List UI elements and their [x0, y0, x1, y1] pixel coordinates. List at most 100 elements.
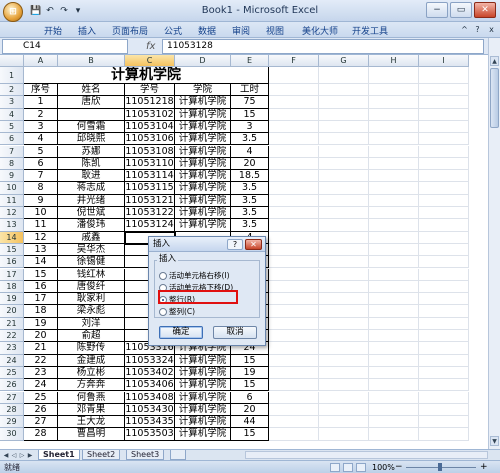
cell-a25[interactable]: 23	[24, 366, 58, 380]
cell-b19[interactable]: 耿家利	[58, 293, 125, 306]
cell-h26[interactable]	[369, 379, 419, 392]
row-header-3[interactable]: 3	[0, 96, 24, 109]
cell-h14[interactable]	[369, 231, 419, 244]
cell-a30[interactable]: 28	[24, 428, 58, 441]
fx-icon[interactable]: fx	[146, 39, 160, 54]
tab-formulas[interactable]: 公式	[164, 24, 182, 37]
cell-i5[interactable]	[419, 120, 469, 134]
cell-g19[interactable]	[319, 293, 369, 306]
cell-h15[interactable]	[369, 243, 419, 257]
cell-a16[interactable]: 14	[24, 256, 58, 269]
cell-f20[interactable]	[269, 305, 319, 318]
cell-f4[interactable]	[269, 108, 319, 121]
cell-c25[interactable]: 11053402	[125, 366, 175, 380]
cell-h9[interactable]	[369, 170, 419, 183]
row-header-27[interactable]: 27	[0, 391, 24, 404]
cell-b4[interactable]	[58, 108, 125, 121]
cell-e2[interactable]: 工时	[231, 84, 269, 97]
cell-f30[interactable]	[269, 428, 319, 441]
cell-a28[interactable]: 26	[24, 403, 58, 417]
cell-b17[interactable]: 钱红林	[58, 268, 125, 281]
cell-a8[interactable]: 6	[24, 157, 58, 171]
cell-f6[interactable]	[269, 133, 319, 146]
cell-e10[interactable]: 3.5	[231, 182, 269, 195]
cell-f24[interactable]	[269, 354, 319, 367]
cell-i2[interactable]	[419, 84, 469, 97]
row-header-18[interactable]: 18	[0, 280, 24, 294]
cell-b21[interactable]: 刘洋	[58, 317, 125, 330]
cell-g3[interactable]	[319, 96, 369, 109]
save-icon[interactable]: 💾	[30, 5, 42, 17]
cell-e4[interactable]: 15	[231, 108, 269, 121]
cell-d7[interactable]: 计算机学院	[175, 145, 231, 158]
cell-h27[interactable]	[369, 391, 419, 404]
dialog-title-bar[interactable]: 插入 ? ✕	[149, 237, 265, 252]
cell-b18[interactable]: 唐俊纤	[58, 280, 125, 294]
cell-b7[interactable]: 苏娜	[58, 145, 125, 158]
cell-d24[interactable]: 计算机学院	[175, 354, 231, 367]
cell-a29[interactable]: 27	[24, 416, 58, 429]
row-header-17[interactable]: 17	[0, 268, 24, 281]
cell-i24[interactable]	[419, 354, 469, 367]
cell-f13[interactable]	[269, 219, 319, 232]
option-shift-right[interactable]: 活动单元格右移(I)	[159, 270, 230, 281]
cell-h10[interactable]	[369, 182, 419, 195]
cell-i9[interactable]	[419, 170, 469, 183]
tab-review[interactable]: 审阅	[232, 24, 250, 37]
cell-h17[interactable]	[369, 268, 419, 281]
column-header-c[interactable]: C	[125, 55, 175, 67]
cell-h11[interactable]	[369, 194, 419, 207]
cell-i22[interactable]	[419, 330, 469, 343]
radio-shift-right[interactable]	[159, 271, 167, 280]
cell-f9[interactable]	[269, 170, 319, 183]
cell-c11[interactable]: 11053121	[125, 194, 175, 207]
cell-a2[interactable]: 序号	[24, 84, 58, 97]
cell-c6[interactable]: 11053106	[125, 133, 175, 146]
cell-f28[interactable]	[269, 403, 319, 417]
zoom-out-icon[interactable]: −	[395, 462, 403, 473]
cell-h6[interactable]	[369, 133, 419, 146]
cell-a21[interactable]: 19	[24, 317, 58, 330]
cell-g21[interactable]	[319, 317, 369, 330]
select-all-corner[interactable]	[0, 55, 24, 67]
cell-c8[interactable]: 11053110	[125, 157, 175, 171]
tab-view[interactable]: 视图	[266, 24, 284, 37]
zoom-level[interactable]: 100%	[372, 462, 395, 473]
cell-i25[interactable]	[419, 366, 469, 380]
prev-sheet-icon[interactable]: ◁	[10, 451, 18, 460]
cell-i30[interactable]	[419, 428, 469, 441]
cell-i29[interactable]	[419, 416, 469, 429]
cell-c4[interactable]: 11053102	[125, 108, 175, 121]
cell-i14[interactable]	[419, 231, 469, 244]
cell-f19[interactable]	[269, 293, 319, 306]
cell-b26[interactable]: 方奔奔	[58, 379, 125, 392]
cell-a23[interactable]: 21	[24, 342, 58, 355]
cell-i17[interactable]	[419, 268, 469, 281]
cell-g1[interactable]	[319, 67, 369, 84]
cell-b27[interactable]: 何鲁燕	[58, 391, 125, 404]
cell-i3[interactable]	[419, 96, 469, 109]
cell-f18[interactable]	[269, 280, 319, 294]
cell-h30[interactable]	[369, 428, 419, 441]
cell-f15[interactable]	[269, 243, 319, 257]
cell-f12[interactable]	[269, 207, 319, 220]
cell-d8[interactable]: 计算机学院	[175, 157, 231, 171]
cell-a6[interactable]: 4	[24, 133, 58, 146]
cell-e24[interactable]: 15	[231, 354, 269, 367]
cell-i26[interactable]	[419, 379, 469, 392]
cell-g17[interactable]	[319, 268, 369, 281]
cell-f8[interactable]	[269, 157, 319, 171]
cell-i13[interactable]	[419, 219, 469, 232]
cell-c10[interactable]: 11053115	[125, 182, 175, 195]
sheet-tab-3[interactable]: Sheet3	[126, 450, 165, 460]
cell-d13[interactable]: 计算机学院	[175, 219, 231, 232]
cell-e3[interactable]: 75	[231, 96, 269, 109]
sheet-title-cell[interactable]: 计算机学院	[24, 67, 269, 84]
cell-d4[interactable]: 计算机学院	[175, 108, 231, 121]
cell-c9[interactable]: 11053114	[125, 170, 175, 183]
insert-sheet-icon[interactable]	[170, 450, 186, 460]
cell-c28[interactable]: 11053430	[125, 403, 175, 417]
close-button[interactable]: ✕	[474, 2, 496, 18]
cell-h29[interactable]	[369, 416, 419, 429]
cell-f11[interactable]	[269, 194, 319, 207]
